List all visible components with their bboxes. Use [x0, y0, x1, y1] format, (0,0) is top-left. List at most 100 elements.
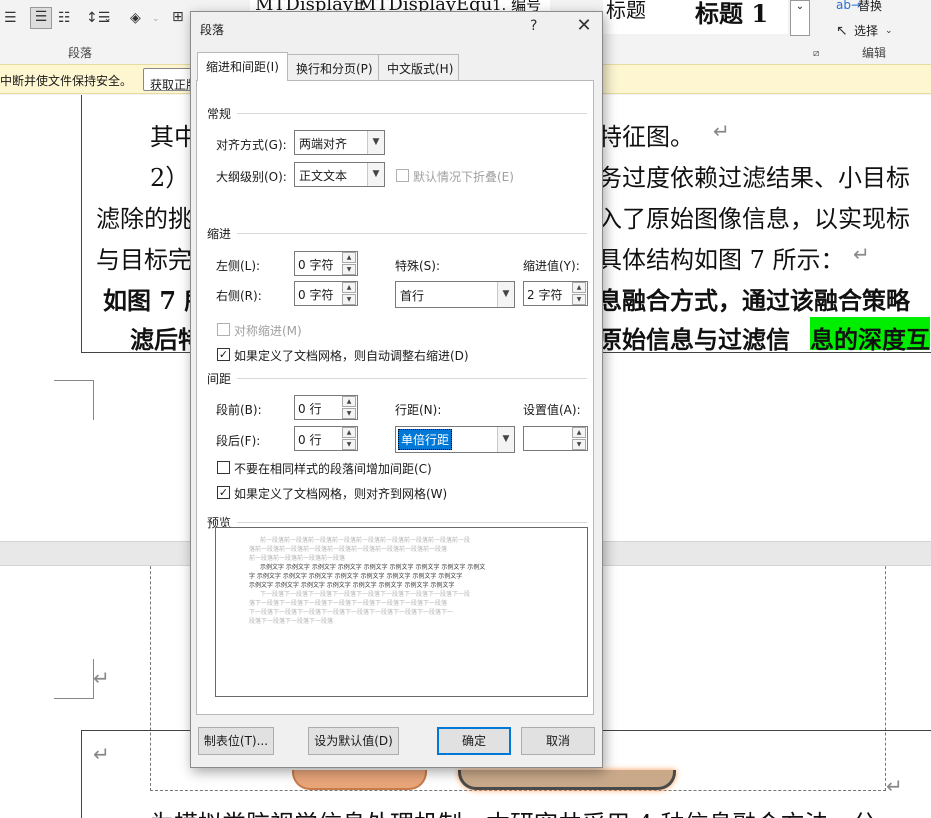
outline-level-value: 正文文本 — [299, 169, 348, 183]
tab-indents-spacing[interactable]: 缩进和间距(I) — [197, 52, 288, 81]
diagram-shape — [292, 770, 427, 790]
spin-up-icon[interactable]: ▲ — [572, 427, 586, 438]
close-icon[interactable]: ✕ — [572, 14, 596, 38]
paragraph-mark-icon: ↵ — [93, 742, 110, 766]
space-after-spinner[interactable]: 0 行 ▲ ▼ — [294, 426, 358, 451]
alignment-label: 对齐方式(G): — [216, 138, 287, 152]
spin-up-icon[interactable]: ▲ — [342, 282, 356, 293]
no-space-checkbox[interactable] — [217, 461, 230, 474]
outline-level-label: 大纲级别(O): — [216, 170, 287, 184]
line-spacing-value: 单倍行距 — [398, 429, 453, 450]
indent-by-label: 缩进值(Y): — [523, 259, 580, 273]
spacing-at-label: 设置值(A): — [523, 403, 581, 417]
indent-right-value: 0 字符 — [298, 288, 334, 302]
spin-up-icon[interactable]: ▲ — [342, 252, 356, 263]
cancel-button[interactable]: 取消 — [521, 727, 595, 755]
indent-left-value: 0 字符 — [298, 258, 334, 272]
preview-next-line: 下一段落下一段落下一段落下一段落下一段落下一段落下一段落下一段落下一段 — [260, 591, 471, 598]
doc-line: 与目标完 — [96, 246, 192, 274]
spin-up-icon[interactable]: ▲ — [342, 396, 356, 407]
spin-down-icon[interactable]: ▼ — [342, 294, 356, 305]
doc-line: 2） — [150, 164, 190, 192]
notification-message: 中断并使文件保持安全。 — [0, 74, 133, 88]
dialog-launcher-icon[interactable]: ⧄ — [813, 48, 819, 59]
help-icon[interactable]: ? — [530, 18, 537, 34]
space-before-value: 0 行 — [298, 402, 322, 416]
snap-grid-checkbox[interactable]: ✓ — [217, 486, 230, 499]
borders-icon[interactable]: ⊞ — [172, 8, 184, 26]
indent-left-spinner[interactable]: 0 字符 ▲ ▼ — [294, 251, 358, 276]
indent-by-spinner[interactable]: 2 字符 ▲ ▼ — [523, 281, 588, 306]
ok-button[interactable]: 确定 — [437, 727, 511, 755]
distribute-icon[interactable]: ☷ — [58, 9, 71, 27]
space-after-value: 0 行 — [298, 433, 322, 447]
indent-right-label: 右侧(R): — [216, 289, 262, 303]
chevron-down-icon: ▼ — [367, 131, 384, 154]
paragraph-mark-icon: ↵ — [713, 119, 730, 143]
tab-line-page-breaks[interactable]: 换行和分页(P) — [287, 54, 379, 80]
styles-gallery-right: 标题 标题 1 — [603, 0, 788, 34]
paragraph-mark-icon: ↵ — [853, 242, 870, 266]
indent-right-spinner[interactable]: 0 字符 ▲ ▼ — [294, 281, 358, 306]
spin-down-icon[interactable]: ▼ — [342, 439, 356, 450]
style-item[interactable]: 标题 1 — [695, 0, 768, 29]
highlighted-text: 息的深度互 — [810, 317, 930, 354]
spacing-at-spinner[interactable]: ▲ ▼ — [523, 426, 588, 451]
special-indent-label: 特殊(S): — [395, 259, 441, 273]
alignment-select[interactable]: 两端对齐 ▼ — [294, 130, 385, 155]
chevron-down-icon[interactable]: ⌄ — [885, 22, 893, 40]
doc-line: 原始信息与过滤信 — [598, 325, 790, 354]
line-spacing-select[interactable]: 单倍行距 ▼ — [395, 426, 515, 453]
justify-icon[interactable]: ☰ — [30, 7, 52, 29]
section-indent: 缩进 — [207, 227, 232, 241]
doc-line: 为模拟类脑视觉信息处理机制，本研究共采用 4 种信息融合方法，分 — [150, 804, 877, 818]
shading-icon[interactable]: ◈ — [130, 9, 141, 27]
doc-line: 务过度依赖过滤结果、小目标 — [598, 164, 910, 192]
section-divider — [237, 233, 587, 234]
space-before-spinner[interactable]: 0 行 ▲ ▼ — [294, 395, 358, 420]
preview-sample-line: 示例文字 示例文字 示例文字 示例文字 示例文字 示例文字 示例文字 示例文字 — [249, 582, 455, 589]
styles-expand-button[interactable]: ⌄ — [790, 0, 810, 36]
select-label[interactable]: 选择 — [854, 22, 878, 39]
style-item[interactable]: 标题 — [606, 0, 646, 23]
doc-line: 滤除的挑 — [96, 205, 192, 233]
alignment-value: 两端对齐 — [299, 137, 348, 151]
diagram-shape — [458, 770, 676, 790]
page-corner-mark — [93, 659, 94, 699]
tabs-button[interactable]: 制表位(T)... — [198, 727, 274, 755]
collapse-checkbox[interactable] — [396, 169, 409, 182]
special-indent-select[interactable]: 首行 ▼ — [395, 281, 515, 308]
auto-adjust-label: 如果定义了文档网格，则自动调整右缩进(D) — [234, 349, 469, 363]
chevron-down-icon: ▼ — [497, 427, 514, 452]
auto-adjust-checkbox[interactable]: ✓ — [217, 348, 230, 361]
chevron-down-icon[interactable]: ⌄ — [104, 10, 112, 28]
space-before-label: 段前(B): — [216, 403, 262, 417]
section-spacing: 间距 — [207, 372, 232, 386]
preview-sample-line: 示例文字 示例文字 示例文字 示例文字 示例文字 示例文字 示例文字 示例文字 … — [260, 564, 486, 571]
no-space-label: 不要在相同样式的段落间增加间距(C) — [234, 462, 432, 476]
section-divider — [237, 378, 587, 379]
outline-level-select[interactable]: 正文文本 ▼ — [294, 162, 385, 187]
spin-down-icon[interactable]: ▼ — [572, 439, 586, 450]
spin-up-icon[interactable]: ▲ — [342, 427, 356, 438]
indent-left-label: 左侧(L): — [216, 259, 261, 273]
replace-label[interactable]: 替换 — [858, 0, 882, 14]
cursor-icon[interactable]: ↖ — [836, 22, 848, 40]
paragraph-mark-icon: ↵ — [886, 774, 903, 798]
preview-box: 前一段落前一段落前一段落前一段落前一段落前一段落前一段落前一段落前一段 落前一段… — [215, 527, 588, 697]
spin-up-icon[interactable]: ▲ — [572, 282, 586, 293]
preview-next-line: 段落下一段落下一段落下一段落 — [249, 618, 334, 625]
indent-by-value: 2 字符 — [527, 288, 563, 302]
tab-asian-typography[interactable]: 中文版式(H) — [378, 54, 459, 80]
align-right-icon[interactable]: ☰ — [4, 9, 17, 27]
page-corner-mark — [54, 380, 93, 381]
spin-down-icon[interactable]: ▼ — [342, 264, 356, 275]
set-default-button[interactable]: 设为默认值(D) — [308, 727, 399, 755]
chevron-down-icon[interactable]: ⌄ — [152, 10, 160, 28]
mirror-indent-checkbox[interactable] — [217, 323, 230, 336]
spin-down-icon[interactable]: ▼ — [572, 294, 586, 305]
chevron-down-icon: ▼ — [497, 282, 514, 307]
paragraph-mark-icon: ↵ — [93, 666, 110, 690]
preview-next-line: 落下一段落下一段落下一段落下一段落下一段落下一段落下一段落下一段落 — [249, 600, 448, 607]
spin-down-icon[interactable]: ▼ — [342, 408, 356, 419]
